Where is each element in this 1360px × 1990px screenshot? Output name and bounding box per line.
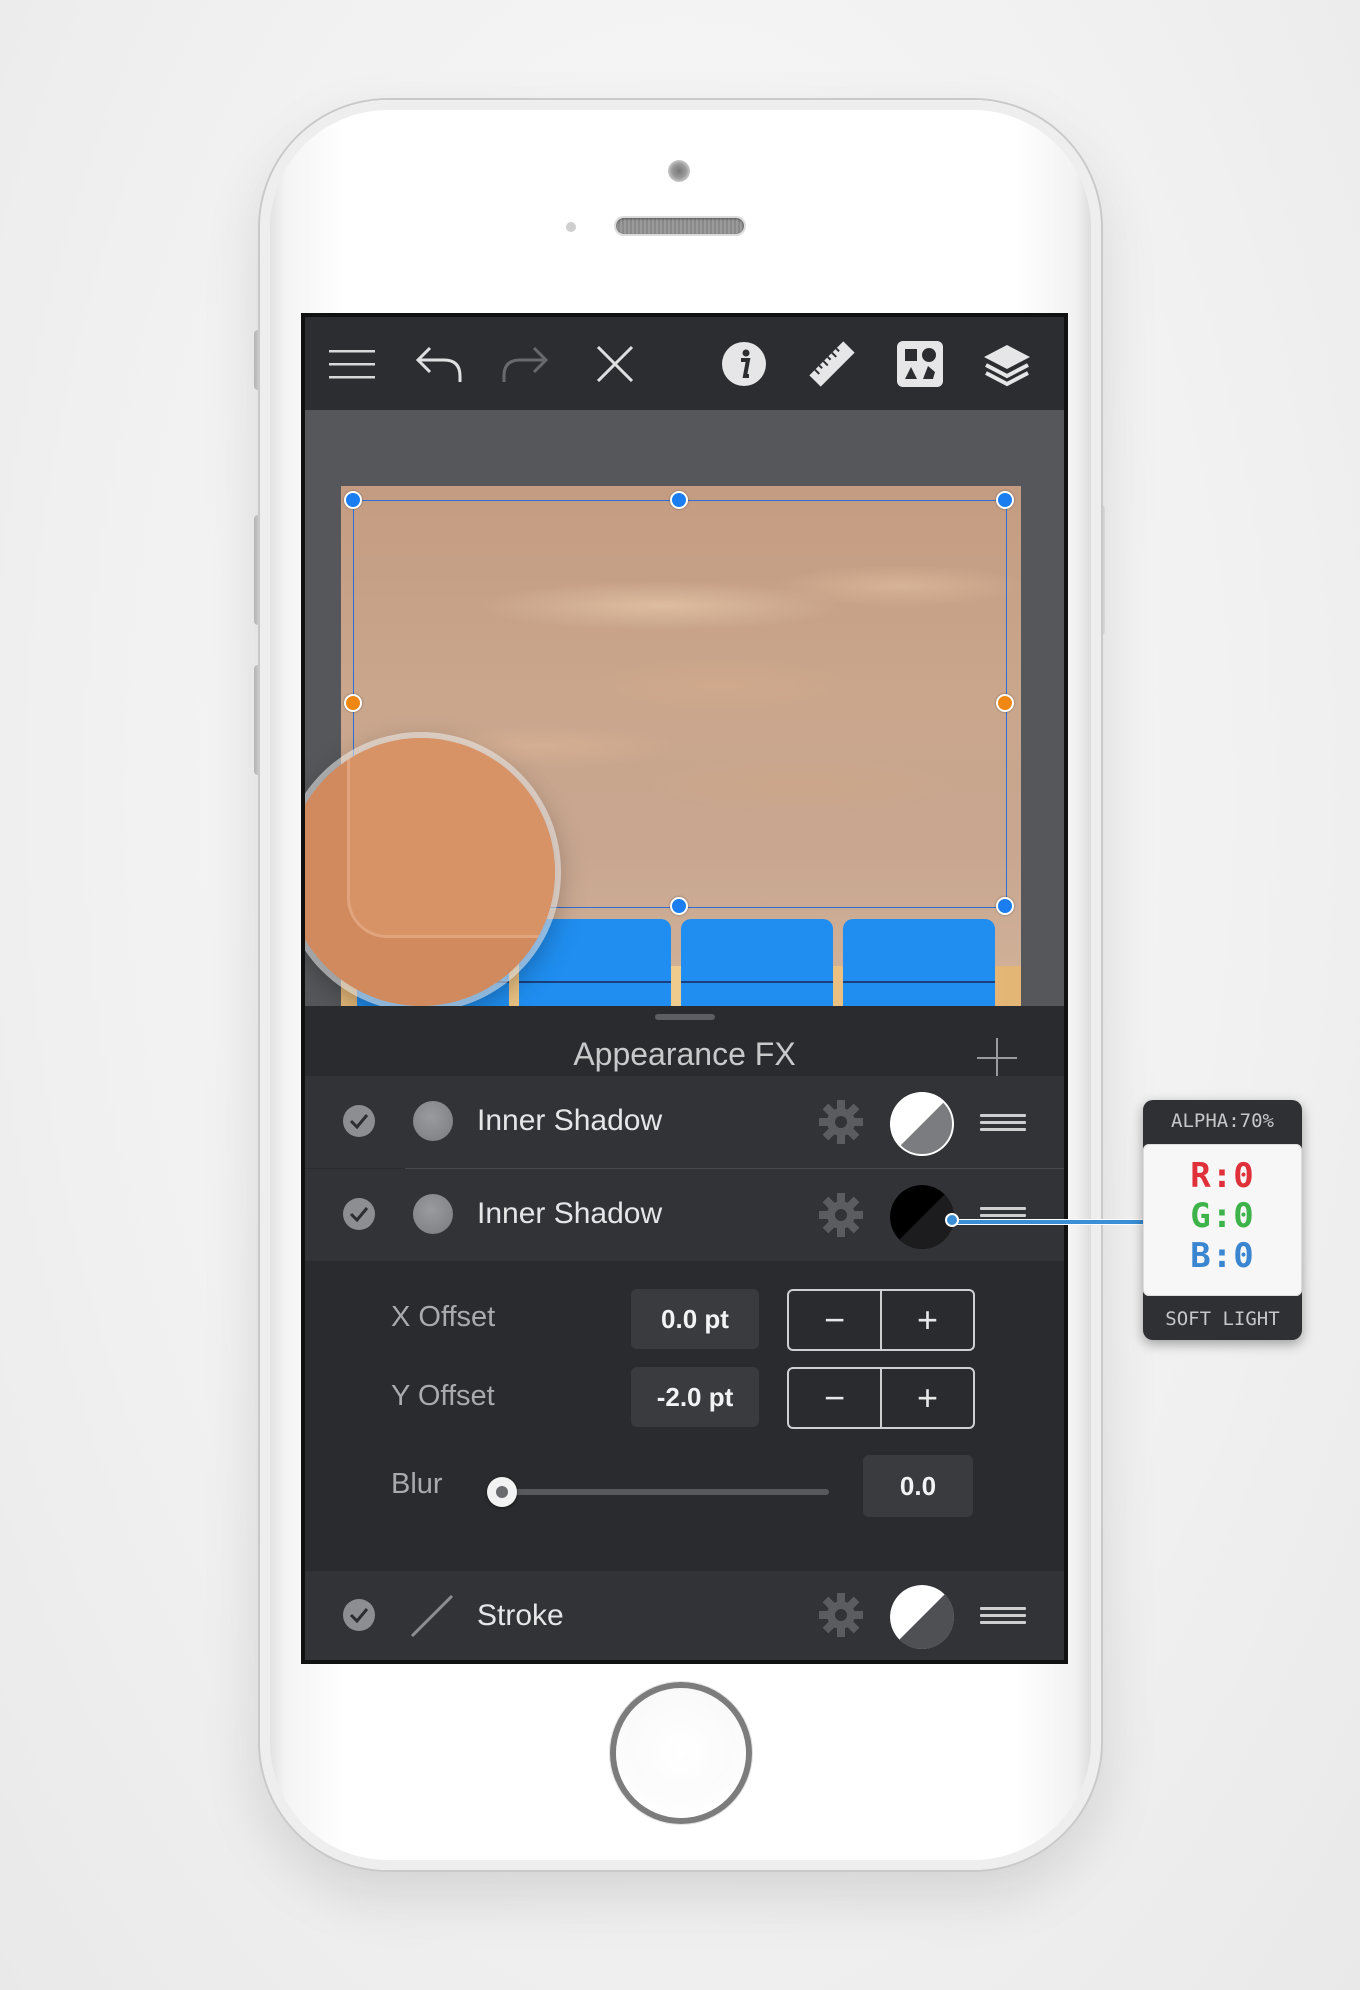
resize-handle-top-left[interactable] [344, 491, 362, 509]
blue-value: B:0 [1190, 1236, 1255, 1276]
ruler-icon[interactable] [805, 337, 859, 391]
callout-connector [952, 1219, 1144, 1225]
y-offset-label: Y Offset [391, 1380, 495, 1412]
gear-icon[interactable] [817, 1098, 865, 1146]
decrement-button[interactable]: − [789, 1369, 882, 1427]
layers-icon[interactable] [980, 337, 1034, 391]
shapes-icon[interactable] [893, 337, 947, 391]
effect-label: Inner Shadow [477, 1197, 663, 1230]
resize-handle-bottom-right[interactable] [996, 897, 1014, 915]
effect-label: Inner Shadow [477, 1104, 663, 1137]
increment-button[interactable]: + [882, 1291, 973, 1349]
effect-preview-dot [413, 1194, 453, 1234]
rgb-card: R:0 G:0 B:0 [1143, 1144, 1302, 1296]
color-swatch[interactable] [890, 1585, 954, 1649]
drag-handle-icon[interactable] [980, 1114, 1026, 1132]
drag-handle-icon[interactable] [980, 1607, 1026, 1625]
alpha-value: ALPHA:70% [1171, 1110, 1274, 1132]
corner-handle-right[interactable] [996, 694, 1014, 712]
increment-button[interactable]: + [882, 1369, 973, 1427]
x-offset-stepper[interactable]: − + [787, 1289, 975, 1351]
x-offset-label: X Offset [391, 1301, 496, 1333]
blur-label: Blur [391, 1468, 443, 1500]
top-toolbar [305, 317, 1064, 410]
app-screen: Appearance FX Inner Shadow Inner Shadow … [301, 313, 1068, 1664]
home-button[interactable] [610, 1682, 752, 1824]
green-value: G:0 [1190, 1196, 1255, 1236]
callout-connector-dot [945, 1213, 959, 1227]
color-swatch[interactable] [890, 1092, 954, 1156]
stroke-line-icon [409, 1593, 455, 1639]
effect-row-inner-shadow[interactable]: Inner Shadow [305, 1076, 1064, 1168]
blur-slider-thumb[interactable] [487, 1477, 517, 1507]
blue-tile[interactable] [843, 919, 995, 1006]
earpiece-speaker [616, 218, 744, 234]
y-offset-field[interactable]: -2.0 pt [631, 1367, 759, 1427]
effect-label: Stroke [477, 1599, 564, 1632]
blue-tile[interactable] [681, 919, 833, 1006]
checkmark-icon[interactable] [343, 1599, 375, 1631]
panel-grabber[interactable] [655, 1014, 715, 1020]
resize-handle-bottom[interactable] [670, 897, 688, 915]
gear-icon[interactable] [817, 1591, 865, 1639]
corner-handle-left[interactable] [344, 694, 362, 712]
y-offset-stepper[interactable]: − + [787, 1367, 975, 1429]
add-effect-button[interactable] [975, 1036, 1019, 1080]
x-offset-field[interactable]: 0.0 pt [631, 1289, 759, 1349]
gear-icon[interactable] [817, 1191, 865, 1239]
blur-slider-track[interactable] [493, 1489, 829, 1495]
effect-row-stroke[interactable]: Stroke [305, 1571, 1064, 1660]
close-icon[interactable] [588, 337, 642, 391]
panel-title: Appearance FX [573, 1036, 796, 1072]
info-icon[interactable] [717, 337, 771, 391]
color-info-callout: ALPHA:70% R:0 G:0 B:0 SOFT LIGHT [1143, 1100, 1302, 1340]
resize-handle-top-right[interactable] [996, 491, 1014, 509]
decrement-button[interactable]: − [789, 1291, 882, 1349]
blend-mode: SOFT LIGHT [1165, 1308, 1280, 1330]
checkmark-icon[interactable] [343, 1198, 375, 1230]
effect-parameters: X Offset 0.0 pt − + Y Offset -2.0 pt − +… [305, 1261, 1064, 1571]
red-value: R:0 [1190, 1156, 1255, 1196]
appearance-fx-panel: Appearance FX Inner Shadow Inner Shadow … [305, 1006, 1064, 1660]
resize-handle-top[interactable] [670, 491, 688, 509]
canvas-area[interactable] [305, 410, 1064, 1006]
menu-icon[interactable] [325, 337, 379, 391]
blur-value-field[interactable]: 0.0 [863, 1455, 973, 1517]
front-camera [668, 160, 690, 182]
proximity-sensor [566, 222, 576, 232]
redo-icon[interactable] [498, 337, 552, 391]
effect-preview-dot [413, 1101, 453, 1141]
checkmark-icon[interactable] [343, 1105, 375, 1137]
undo-icon[interactable] [412, 337, 466, 391]
